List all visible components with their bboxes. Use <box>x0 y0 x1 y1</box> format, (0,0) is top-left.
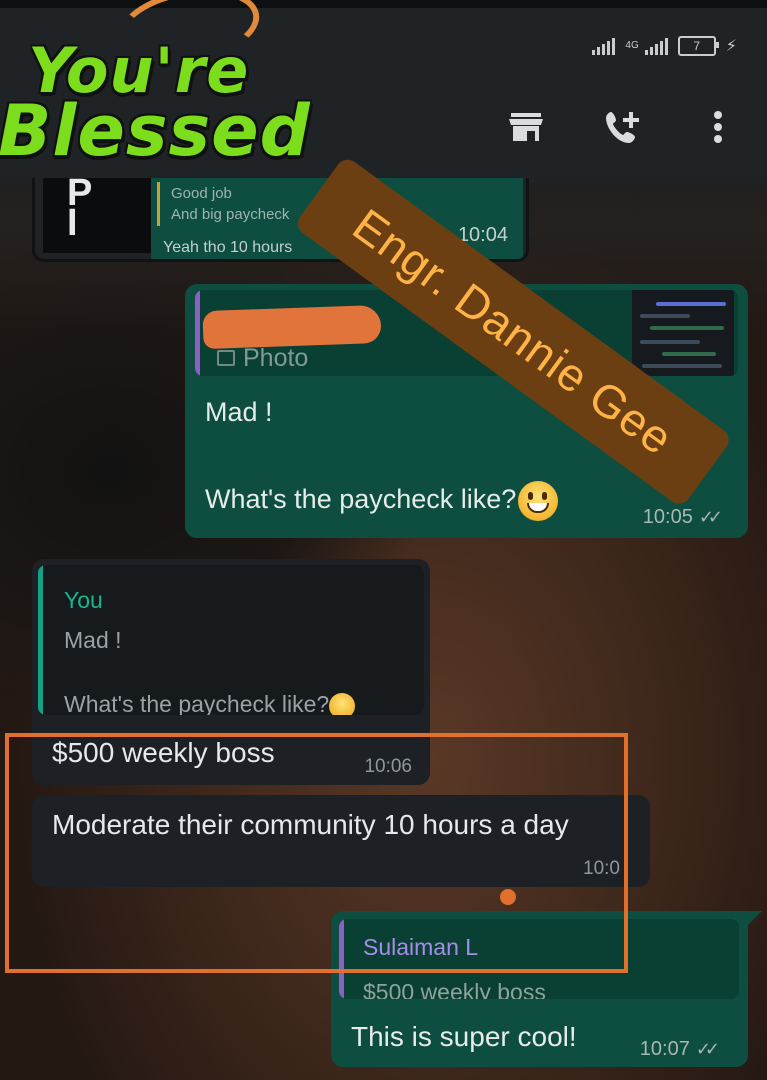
read-receipt-icon: ✓✓ <box>698 507 723 527</box>
quoted-photo-label: Photo <box>243 344 309 372</box>
message-text: This is super cool! <box>351 1021 577 1052</box>
signal-icon-2 <box>644 37 668 55</box>
read-receipt-icon: ✓✓ <box>695 1039 720 1059</box>
quote-accent-bar <box>157 182 160 226</box>
store-icon[interactable] <box>507 108 545 146</box>
quoted-text: And big paycheck <box>171 206 290 223</box>
quoted-author: You <box>64 587 103 613</box>
signal-icon <box>592 37 616 55</box>
highlight-box <box>5 733 628 973</box>
redacted-name-scribble <box>202 304 382 350</box>
grinning-emoji-icon <box>518 481 559 521</box>
message-text-line: What's the paycheck like? <box>205 481 559 521</box>
quoted-text: $500 weekly boss <box>363 979 546 999</box>
image-thumbnail[interactable]: P I <box>43 178 151 253</box>
message-time: 10:07 <box>639 1038 690 1060</box>
logo-line-2: Blessed <box>0 90 311 172</box>
network-type: 4G <box>625 40 639 51</box>
highlight-dot <box>500 889 516 905</box>
quoted-text: What's the paycheck like? <box>64 691 330 715</box>
charging-icon: ⚡ <box>725 38 737 55</box>
quote-accent-bar <box>38 565 43 715</box>
status-bar: 4G 7 ⚡ <box>592 36 737 56</box>
message-time-row: 10:05 ✓✓ <box>642 506 723 529</box>
quoted-text: Mad ! <box>64 627 122 653</box>
app-bar-actions <box>507 108 737 146</box>
quoted-message[interactable]: You Mad ! What's the paycheck like? <box>38 565 424 715</box>
bubble-tail <box>748 911 762 925</box>
message-time-row: 10:07 ✓✓ <box>639 1038 720 1061</box>
grinning-emoji-icon <box>329 692 356 715</box>
message-text: Yeah tho 10 hours <box>163 239 293 256</box>
more-vert-icon[interactable] <box>699 108 737 146</box>
quoted-image-thumbnail <box>632 290 734 376</box>
camera-icon <box>217 350 235 366</box>
battery-icon: 7 <box>677 36 719 56</box>
message-text: What's the paycheck like? <box>205 484 517 515</box>
message-time: 10:05 <box>642 506 693 528</box>
youre-blessed-logo: You're Blessed <box>0 0 368 172</box>
battery-level: 7 <box>693 39 701 53</box>
quoted-text: Good job <box>171 185 232 202</box>
quote-accent-bar <box>195 290 200 376</box>
message-text: Mad ! <box>205 397 273 427</box>
quoted-text-line: What's the paycheck like? <box>64 691 356 715</box>
add-call-icon[interactable] <box>603 108 641 146</box>
